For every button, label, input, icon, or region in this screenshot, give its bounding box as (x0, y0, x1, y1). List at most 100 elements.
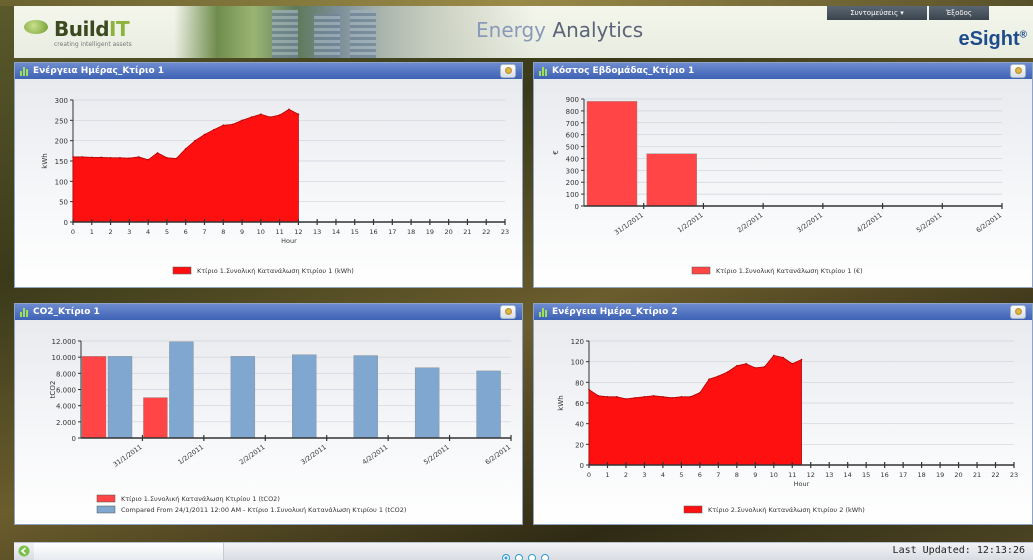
app-title-first: Energy (476, 18, 547, 42)
x-tick-label: 20 (954, 471, 962, 479)
y-tick-label: 100 (566, 191, 579, 199)
bar (646, 153, 697, 207)
bar (476, 370, 501, 439)
x-tick-label: 12 (807, 471, 815, 479)
brand-logo: eSight® (959, 28, 1028, 51)
x-tick-label: 0 (587, 471, 591, 479)
data-point (184, 148, 187, 150)
page-dot[interactable] (528, 554, 536, 560)
y-tick-label: 400 (566, 155, 579, 163)
x-tick-label: 19 (426, 228, 434, 236)
x-tick-label: 23 (1010, 471, 1018, 479)
y-tick-label: 4.000 (56, 403, 76, 411)
y-tick-label: 600 (566, 132, 579, 140)
legend-swatch (683, 505, 703, 514)
y-tick-label: 0 (64, 219, 68, 227)
x-tick-label: 3/2/2011 (795, 211, 824, 234)
x-tick-label: 4/2/2011 (855, 211, 884, 234)
building-image (314, 14, 340, 58)
y-tick-label: 12.000 (52, 338, 77, 346)
panel-title: CO2_Κτίριο 1 (33, 307, 100, 317)
x-tick-label: 15 (351, 228, 359, 236)
y-tick-label: 8.000 (56, 370, 76, 378)
y-tick-label: 300 (55, 97, 68, 105)
legend-swatch (172, 266, 192, 275)
gear-icon[interactable] (500, 305, 516, 319)
data-point (643, 396, 646, 398)
data-point (726, 371, 729, 373)
data-point (791, 362, 794, 365)
x-tick-label: 17 (899, 471, 907, 479)
y-tick-label: 10.000 (52, 354, 77, 362)
data-point (241, 119, 243, 122)
y-tick-label: 0 (72, 435, 76, 443)
data-point (699, 391, 701, 394)
data-point (109, 156, 112, 159)
x-tick-label: 1/2/2011 (676, 211, 705, 234)
back-arrow-icon[interactable] (18, 545, 30, 557)
data-point (772, 354, 775, 357)
y-tick-label: 0 (580, 462, 584, 470)
area-series (588, 355, 802, 466)
x-tick-label: 22 (482, 228, 490, 236)
data-point (652, 394, 655, 397)
bar-chart-icon (20, 308, 29, 317)
dashboard-tab[interactable] (34, 543, 224, 560)
legend-label: Compared From 24/1/2011 12:00 AM - Κτίρι… (121, 506, 406, 514)
y-tick-label: 40 (575, 421, 584, 429)
data-point (213, 128, 215, 131)
data-point (194, 139, 196, 142)
y-axis-label: tCO2 (49, 381, 57, 399)
x-tick-label: 3 (642, 471, 646, 479)
x-tick-label: 4 (146, 228, 150, 236)
status-bar: Last Updated: 12:13:26 (14, 542, 1033, 560)
data-point (166, 156, 168, 159)
page-dot[interactable] (515, 554, 523, 560)
bar (81, 356, 107, 439)
y-tick-label: 150 (55, 158, 68, 166)
x-tick-label: 16 (881, 471, 889, 479)
x-tick-label: 13 (825, 471, 833, 479)
y-tick-label: 900 (566, 96, 579, 104)
gear-icon[interactable] (1010, 305, 1026, 319)
panel-title: Κόστος Εβδομάδας_Κτίριο 1 (552, 66, 695, 76)
gear-icon[interactable] (1010, 64, 1026, 78)
panel-title: Ενέργεια Ημέρα_Κτίριο 2 (552, 307, 678, 317)
x-tick-label: 20 (445, 228, 453, 236)
y-tick-label: 120 (571, 338, 584, 346)
bar-chart-icon (539, 67, 548, 76)
x-tick-label: 6 (698, 471, 702, 479)
logout-button[interactable]: Έξοδος (929, 6, 989, 20)
gear-icon[interactable] (500, 64, 516, 78)
data-point (288, 108, 290, 111)
x-tick-label: 2 (624, 471, 628, 479)
data-point (782, 356, 784, 359)
chart-area: 0 2.000 4.000 6.000 8.000 10.000 12.000 tCO2 31/… (15, 320, 522, 524)
building-image (272, 10, 298, 58)
page-dot[interactable] (541, 554, 549, 560)
x-tick-label: 21 (463, 228, 471, 236)
bar-chart-icon (539, 308, 548, 317)
data-point (671, 397, 673, 399)
page-dot-active[interactable] (502, 554, 510, 560)
logo-icon (24, 20, 48, 34)
chart-svg: 0 100 200 300 400 500 600 700 800 900 €31/1/2011 1/… (552, 96, 1003, 275)
data-point (680, 396, 683, 398)
area-series (72, 108, 299, 223)
x-tick-label: 13 (313, 228, 321, 236)
data-point (597, 394, 600, 397)
shortcuts-menu[interactable]: Συντομεύσεις ▾ (827, 6, 927, 20)
logo[interactable]: BuildIT (54, 17, 130, 41)
x-tick-label: 1/2/2011 (176, 443, 205, 466)
y-tick-label: 60 (575, 400, 584, 408)
y-tick-label: 20 (575, 441, 584, 449)
data-point (745, 362, 747, 365)
data-point (119, 156, 121, 159)
data-point (81, 156, 84, 158)
x-tick-label: 2/2/2011 (736, 211, 765, 234)
data-point (625, 398, 627, 400)
bar (414, 367, 440, 439)
y-axis-label: kWh (557, 395, 565, 410)
x-tick-label: 14 (844, 471, 852, 479)
data-point (250, 116, 253, 118)
